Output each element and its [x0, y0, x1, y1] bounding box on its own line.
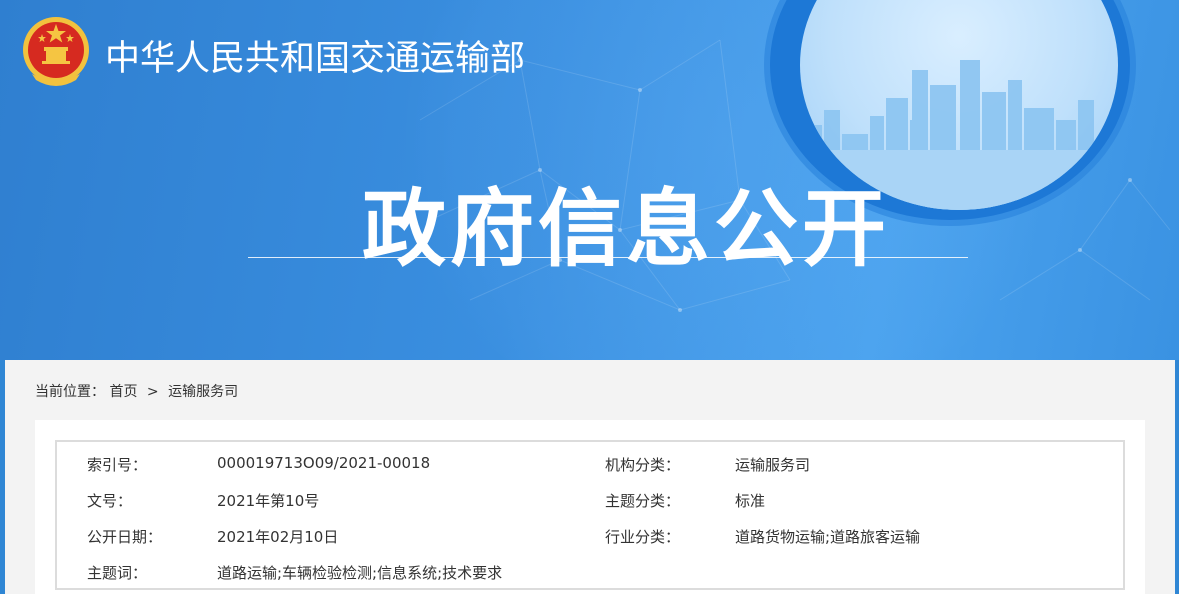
header-banner: 中华人民共和国交通运输部 政府信息公开	[0, 0, 1179, 360]
info-row: 公开日期： 2021年02月10日 行业分类： 道路货物运输;道路旅客运输	[57, 526, 1123, 550]
publish-date-label: 公开日期：	[87, 528, 163, 546]
publish-date-value: 2021年02月10日	[217, 528, 339, 546]
topic-category-value: 标准	[735, 492, 766, 510]
topic-category-label: 主题分类：	[605, 492, 681, 510]
keywords-value: 道路运输;车辆检验检测;信息系统;技术要求	[217, 564, 503, 582]
site-title[interactable]: 中华人民共和国交通运输部	[105, 30, 525, 81]
keywords-label: 主题词：	[87, 564, 148, 582]
agency-category-value: 运输服务司	[735, 456, 811, 474]
industry-category-value: 道路货物运输;道路旅客运输	[735, 528, 921, 546]
document-info-section: 索引号： 000019713O09/2021-00018 机构分类： 运输服务司…	[35, 420, 1145, 594]
info-row: 索引号： 000019713O09/2021-00018 机构分类： 运输服务司	[57, 454, 1123, 478]
index-number-label: 索引号：	[87, 456, 148, 474]
breadcrumb-home-link[interactable]: 首页	[109, 381, 137, 401]
title-underline	[248, 257, 968, 258]
banner-title: 政府信息公开	[362, 180, 891, 278]
document-info-table: 索引号： 000019713O09/2021-00018 机构分类： 运输服务司…	[55, 440, 1125, 590]
breadcrumb: 当前位置： 首页 > 运输服务司	[35, 381, 238, 401]
info-row: 主题词： 道路运输;车辆检验检测;信息系统;技术要求	[57, 562, 1123, 586]
national-emblem-icon	[23, 17, 89, 86]
breadcrumb-prefix: 当前位置：	[35, 384, 105, 400]
agency-category-label: 机构分类：	[605, 456, 681, 474]
industry-category-label: 行业分类：	[605, 528, 681, 546]
info-row: 文号： 2021年第10号 主题分类： 标准	[57, 490, 1123, 514]
document-number-label: 文号：	[87, 492, 133, 510]
content-panel: 当前位置： 首页 > 运输服务司 索引号： 000019713O09/2021-…	[5, 360, 1175, 594]
breadcrumb-separator: >	[146, 384, 159, 400]
index-number-value: 000019713O09/2021-00018	[217, 454, 431, 472]
document-number-value: 2021年第10号	[217, 492, 320, 510]
breadcrumb-current-link[interactable]: 运输服务司	[168, 381, 238, 401]
